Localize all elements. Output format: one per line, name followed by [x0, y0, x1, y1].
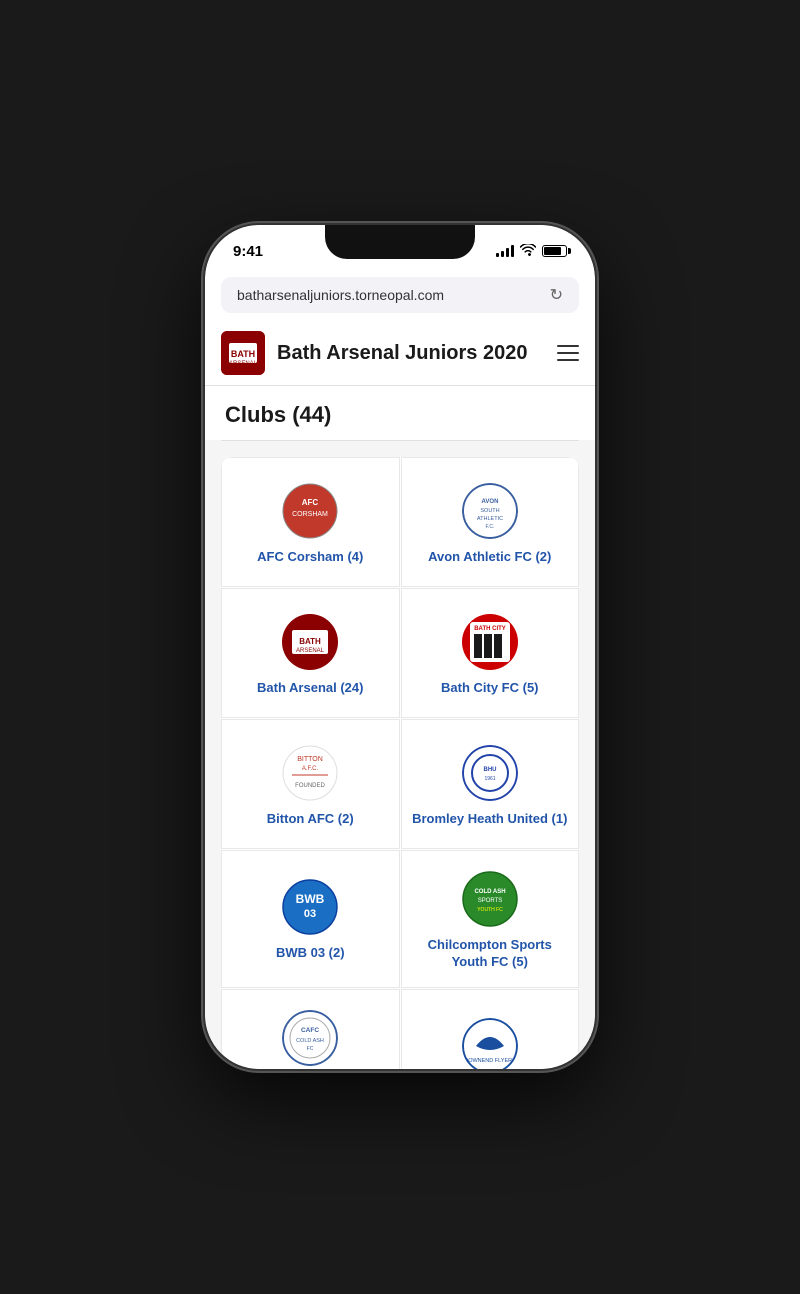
- svg-text:FOUNDED: FOUNDED: [295, 783, 325, 789]
- address-bar-container: batharsenaljuniors.torneopal.com ↻: [205, 269, 595, 321]
- hamburger-line: [557, 345, 579, 347]
- list-item[interactable]: BATH CITY Bath City FC (5): [401, 588, 580, 718]
- list-item[interactable]: DOWNEND FLYERS Downend Flyers FC (2): [401, 989, 580, 1069]
- status-time: 9:41: [233, 243, 263, 260]
- phone-frame: 9:41: [205, 225, 595, 1069]
- svg-text:ARSENAL: ARSENAL: [296, 648, 325, 654]
- list-item[interactable]: AVON SOUTH ATHLETIC F.C. Avon Athletic FC (…: [401, 457, 580, 587]
- club-name: Avon Athletic FC (2): [428, 549, 551, 566]
- club-logo: AFC CORSHAM: [282, 483, 338, 539]
- club-logo: BHU 1961: [462, 745, 518, 801]
- svg-text:BHU: BHU: [483, 767, 496, 773]
- svg-text:CAFC: CAFC: [301, 1027, 319, 1034]
- club-name: Chilcompton Sports Youth FC (5): [412, 937, 569, 971]
- club-logo: AVON SOUTH ATHLETIC F.C.: [462, 483, 518, 539]
- hamburger-menu-button[interactable]: [557, 345, 579, 361]
- svg-text:BITTON: BITTON: [297, 756, 323, 763]
- list-item[interactable]: BHU 1961 Bromley Heath United (1): [401, 719, 580, 849]
- svg-text:AVON: AVON: [481, 499, 498, 505]
- svg-text:SOUTH: SOUTH: [480, 508, 499, 514]
- svg-text:BWB: BWB: [296, 892, 325, 906]
- svg-text:COLD ASH: COLD ASH: [296, 1038, 324, 1044]
- club-name: Bitton AFC (2): [267, 811, 354, 828]
- svg-text:BATH: BATH: [299, 637, 321, 646]
- svg-text:CORSHAM: CORSHAM: [292, 511, 328, 518]
- club-logo: CAFC COLD ASH FC: [282, 1010, 338, 1066]
- section-title: Clubs (44): [225, 402, 331, 427]
- svg-text:A.F.C.: A.F.C.: [302, 766, 319, 772]
- svg-text:ATHLETIC: ATHLETIC: [477, 516, 503, 522]
- refresh-icon[interactable]: ↻: [550, 285, 563, 305]
- svg-text:COLD ASH: COLD ASH: [474, 889, 505, 895]
- club-name: Bromley Heath United (1): [412, 811, 567, 828]
- svg-text:YOUTH FC: YOUTH FC: [477, 907, 503, 913]
- section-divider: [221, 440, 579, 441]
- svg-text:1961: 1961: [484, 776, 495, 782]
- battery-icon: [542, 245, 567, 257]
- club-logo: COLD ASH SPORTS YOUTH FC: [462, 871, 518, 927]
- list-item[interactable]: BATH ARSENAL Bath Arsenal (24): [221, 588, 400, 718]
- list-item[interactable]: BWB 03 BWB 03 (2): [221, 850, 400, 988]
- status-icons: [496, 244, 567, 259]
- signal-bars-icon: [496, 245, 514, 257]
- app-header: BATH ARSENAL Bath Arsenal Juniors 2020: [205, 321, 595, 386]
- list-item[interactable]: COLD ASH SPORTS YOUTH FC Chilcompton Sport…: [401, 850, 580, 988]
- section-header: Clubs (44): [205, 386, 595, 440]
- phone-screen: 9:41: [205, 225, 595, 1069]
- hamburger-line: [557, 352, 579, 354]
- clubs-grid: AFC CORSHAM AFC Corsham (4) AVON SOUTH ATHL…: [221, 457, 579, 1069]
- main-content: Clubs (44) AFC CORSHAM AFC Corsham (4) AV…: [205, 386, 595, 1069]
- club-logo: BATH CITY: [462, 614, 518, 670]
- club-logo: BITTON A.F.C. FOUNDED: [282, 745, 338, 801]
- svg-text:DOWNEND FLYERS: DOWNEND FLYERS: [464, 1058, 516, 1064]
- club-logo: BWB 03: [282, 879, 338, 935]
- notch: [325, 225, 475, 259]
- club-name: Bath Arsenal (24): [257, 680, 363, 697]
- svg-text:BATH CITY: BATH CITY: [474, 626, 506, 632]
- list-item[interactable]: BITTON A.F.C. FOUNDED Bitton AFC (2): [221, 719, 400, 849]
- svg-text:03: 03: [304, 908, 316, 920]
- club-logo: DOWNEND FLYERS: [462, 1018, 518, 1069]
- page-title: Bath Arsenal Juniors 2020: [277, 342, 557, 365]
- svg-text:AFC: AFC: [302, 498, 319, 507]
- club-logo: BATH ARSENAL: [282, 614, 338, 670]
- club-logo-header: BATH ARSENAL: [221, 331, 265, 375]
- url-text: batharsenaljuniors.torneopal.com: [237, 287, 444, 303]
- club-name: AFC Corsham (4): [257, 549, 363, 566]
- bath-arsenal-logo-icon: BATH ARSENAL: [221, 331, 265, 375]
- svg-text:FC: FC: [307, 1046, 314, 1052]
- club-name: Bath City FC (5): [441, 680, 539, 697]
- wifi-icon: [520, 244, 536, 259]
- club-name: BWB 03 (2): [276, 945, 345, 962]
- svg-text:BATH: BATH: [231, 349, 255, 359]
- list-item[interactable]: AFC CORSHAM AFC Corsham (4): [221, 457, 400, 587]
- svg-text:F.C.: F.C.: [485, 524, 494, 530]
- list-item[interactable]: CAFCCOLD ASHFC Cold Ash Boys and Girls F…: [221, 989, 400, 1069]
- address-bar[interactable]: batharsenaljuniors.torneopal.com ↻: [221, 277, 579, 313]
- svg-text:SPORTS: SPORTS: [477, 898, 502, 904]
- svg-text:ARSENAL: ARSENAL: [229, 361, 258, 367]
- hamburger-line: [557, 359, 579, 361]
